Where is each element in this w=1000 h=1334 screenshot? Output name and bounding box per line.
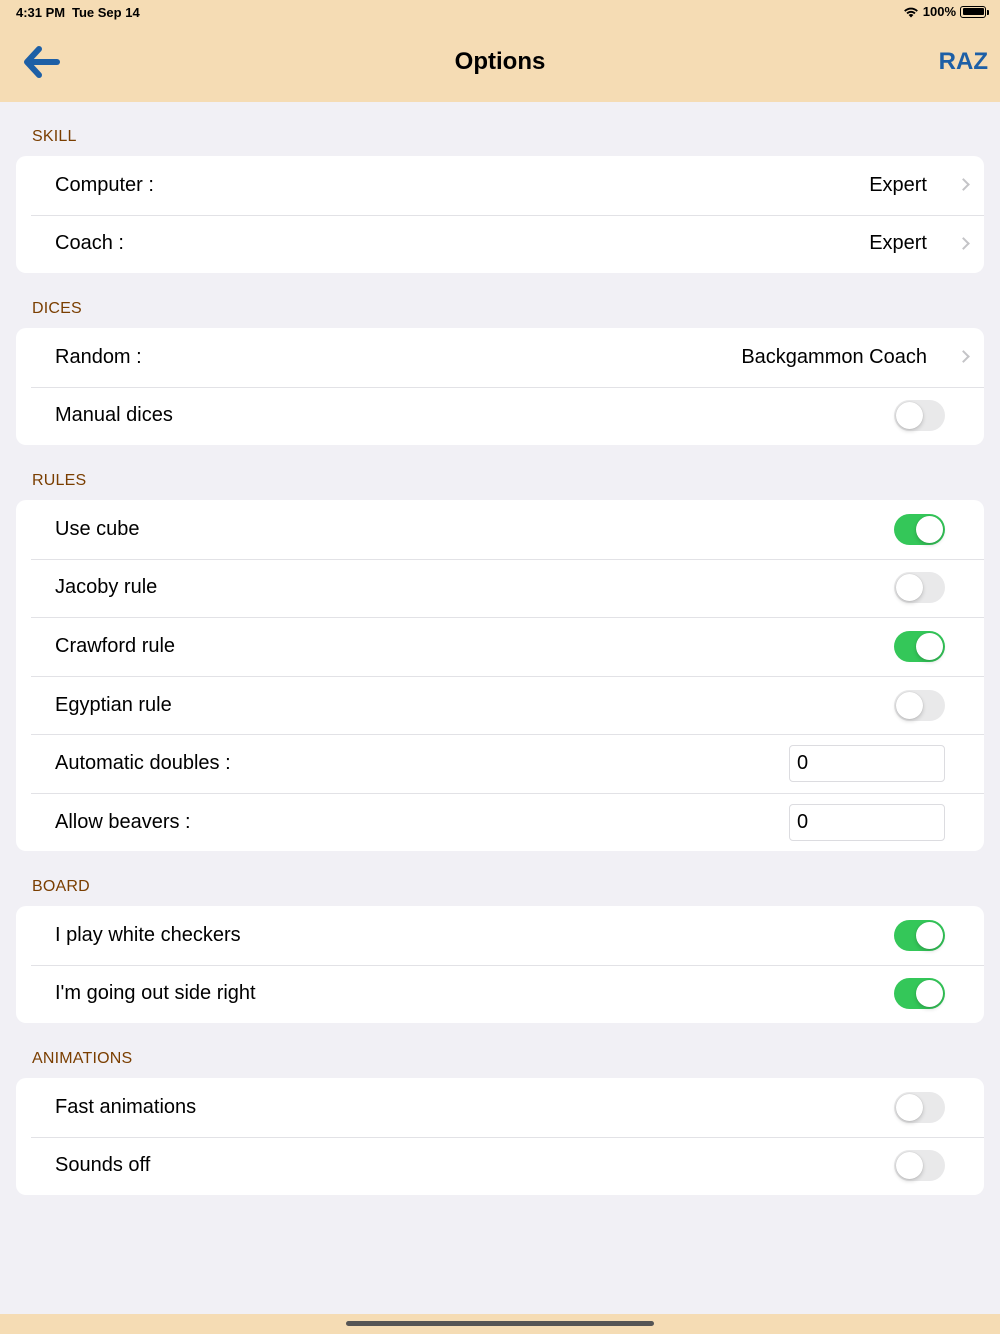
fast-animations-row: Fast animations: [16, 1078, 984, 1137]
sounds-off-label: Sounds off: [55, 1154, 151, 1177]
section-header-animations: ANIMATIONS: [32, 1050, 133, 1067]
random-label: Random :: [55, 345, 142, 368]
section-header-board: BOARD: [32, 878, 90, 895]
random-row[interactable]: Random : Backgammon Coach: [16, 328, 984, 387]
status-date: Tue Sep 14: [72, 5, 140, 20]
egyptian-rule-toggle[interactable]: [894, 689, 945, 721]
fast-animations-toggle[interactable]: [894, 1091, 945, 1123]
use-cube-label: Use cube: [55, 517, 140, 540]
coach-skill-row[interactable]: Coach : Expert: [16, 214, 984, 273]
battery-percentage: 100%: [922, 4, 956, 19]
egyptian-rule-label: Egyptian rule: [55, 693, 172, 716]
crawford-rule-label: Crawford rule: [55, 634, 176, 657]
side-right-row: I'm going out side right: [16, 964, 984, 1023]
section-header-rules: RULES: [32, 472, 87, 489]
dices-group: Random : Backgammon Coach Manual dices: [16, 328, 984, 445]
egyptian-rule-row: Egyptian rule: [16, 675, 984, 735]
automatic-doubles-row: Automatic doubles :: [16, 734, 984, 793]
animations-group: Fast animations Sounds off: [16, 1078, 984, 1195]
navigation-bar: 4:31 PM Tue Sep 14 100% Options RAZ: [0, 0, 1000, 102]
computer-skill-value: Expert: [869, 173, 927, 196]
allow-beavers-label: Allow beavers :: [55, 810, 191, 833]
white-checkers-label: I play white checkers: [55, 923, 241, 946]
crawford-rule-row: Crawford rule: [16, 617, 984, 676]
side-right-toggle[interactable]: [894, 978, 945, 1010]
side-right-label: I'm going out side right: [55, 982, 256, 1005]
use-cube-toggle[interactable]: [894, 513, 945, 545]
manual-dices-label: Manual dices: [55, 404, 173, 427]
automatic-doubles-input[interactable]: [789, 745, 945, 783]
jacoby-rule-label: Jacoby rule: [55, 576, 158, 599]
sounds-off-toggle[interactable]: [894, 1150, 945, 1182]
wifi-icon: [903, 7, 918, 17]
sounds-off-row: Sounds off: [16, 1136, 984, 1195]
chevron-right-icon: [957, 237, 970, 250]
computer-skill-label: Computer :: [55, 173, 154, 196]
coach-skill-value: Expert: [869, 232, 927, 255]
status-indicators: 100%: [903, 4, 989, 19]
white-checkers-toggle[interactable]: [894, 919, 945, 951]
chevron-right-icon: [957, 178, 970, 192]
manual-dices-toggle[interactable]: [894, 400, 945, 432]
status-time: 4:31 PM: [16, 5, 66, 20]
section-header-skill: SKILL: [32, 128, 77, 145]
raz-button[interactable]: RAZ: [939, 48, 988, 76]
allow-beavers-row: Allow beavers :: [16, 792, 984, 851]
manual-dices-row: Manual dices: [16, 386, 984, 445]
battery-icon: [960, 5, 989, 18]
fast-animations-label: Fast animations: [55, 1095, 197, 1118]
computer-skill-row[interactable]: Computer : Expert: [16, 156, 984, 215]
coach-skill-label: Coach :: [55, 232, 124, 255]
chevron-right-icon: [957, 350, 970, 364]
use-cube-row: Use cube: [16, 500, 984, 559]
random-value: Backgammon Coach: [741, 345, 927, 368]
rules-group: Use cube Jacoby rule Crawford rule Egypt…: [16, 500, 984, 851]
jacoby-rule-toggle[interactable]: [894, 572, 945, 604]
allow-beavers-input[interactable]: [789, 803, 945, 841]
page-title: Options: [454, 48, 546, 75]
jacoby-rule-row: Jacoby rule: [16, 558, 984, 618]
home-indicator[interactable]: [346, 1321, 654, 1326]
skill-group: Computer : Expert Coach : Expert: [16, 156, 984, 273]
board-group: I play white checkers I'm going out side…: [16, 906, 984, 1023]
crawford-rule-toggle[interactable]: [894, 630, 945, 662]
section-header-dices: DICES: [32, 300, 82, 317]
white-checkers-row: I play white checkers: [16, 906, 984, 965]
automatic-doubles-label: Automatic doubles :: [55, 752, 231, 775]
